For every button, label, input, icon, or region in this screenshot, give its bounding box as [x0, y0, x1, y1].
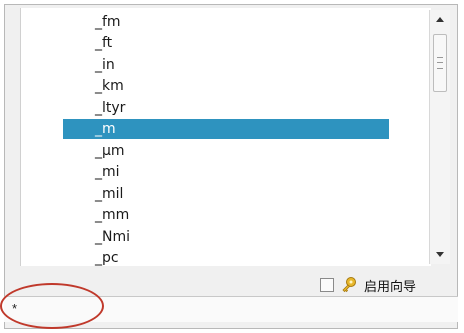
list-item-label: _µm — [95, 143, 125, 159]
list-item[interactable]: _in — [63, 55, 393, 75]
list-item-label: _mil — [95, 186, 124, 202]
annotation-circle — [0, 283, 104, 329]
list-item-selected[interactable]: _m — [63, 119, 389, 139]
scroll-up-button[interactable] — [432, 12, 448, 28]
list-item[interactable]: _ltyr — [63, 98, 393, 118]
list-item[interactable]: _mil — [63, 184, 393, 204]
unit-list[interactable]: _fm _ft _in _km _ltyr _m _µm _mi _mil _m… — [20, 8, 431, 266]
list-item[interactable]: _pc — [63, 248, 393, 266]
list-item-label: _ft — [95, 35, 113, 51]
list-item[interactable]: _ft — [63, 33, 393, 53]
list-item[interactable]: _mm — [63, 205, 393, 225]
list-item-label: _in — [95, 57, 115, 73]
wizard-checkbox[interactable] — [320, 278, 334, 292]
list-item-label: _fm — [95, 14, 121, 30]
list-item-label: _mi — [95, 164, 120, 180]
thumb-grip-icon — [437, 57, 443, 69]
list-item[interactable]: _µm — [63, 141, 393, 161]
list-item[interactable]: _km — [63, 76, 393, 96]
list-item-label: _mm — [95, 207, 130, 223]
scroll-thumb[interactable] — [433, 34, 447, 92]
list-item[interactable]: _Nmi — [63, 227, 393, 247]
wizard-label: 启用向导 — [364, 278, 417, 294]
list-item[interactable]: _mi — [63, 162, 393, 182]
list-item-label: _m — [95, 121, 116, 137]
scroll-down-button[interactable] — [432, 246, 448, 262]
list-item-label: _Nmi — [95, 229, 130, 245]
triangle-down-icon — [436, 252, 444, 257]
vertical-scrollbar[interactable] — [429, 10, 450, 264]
wizard-toggle-row: 启用向导 — [320, 275, 454, 295]
list-item-label: _pc — [95, 250, 119, 266]
list-item[interactable]: _fm — [63, 12, 393, 32]
list-item-label: _ltyr — [95, 100, 126, 116]
key-icon — [342, 277, 356, 293]
triangle-up-icon — [436, 17, 444, 22]
list-item-label: _km — [95, 78, 124, 94]
